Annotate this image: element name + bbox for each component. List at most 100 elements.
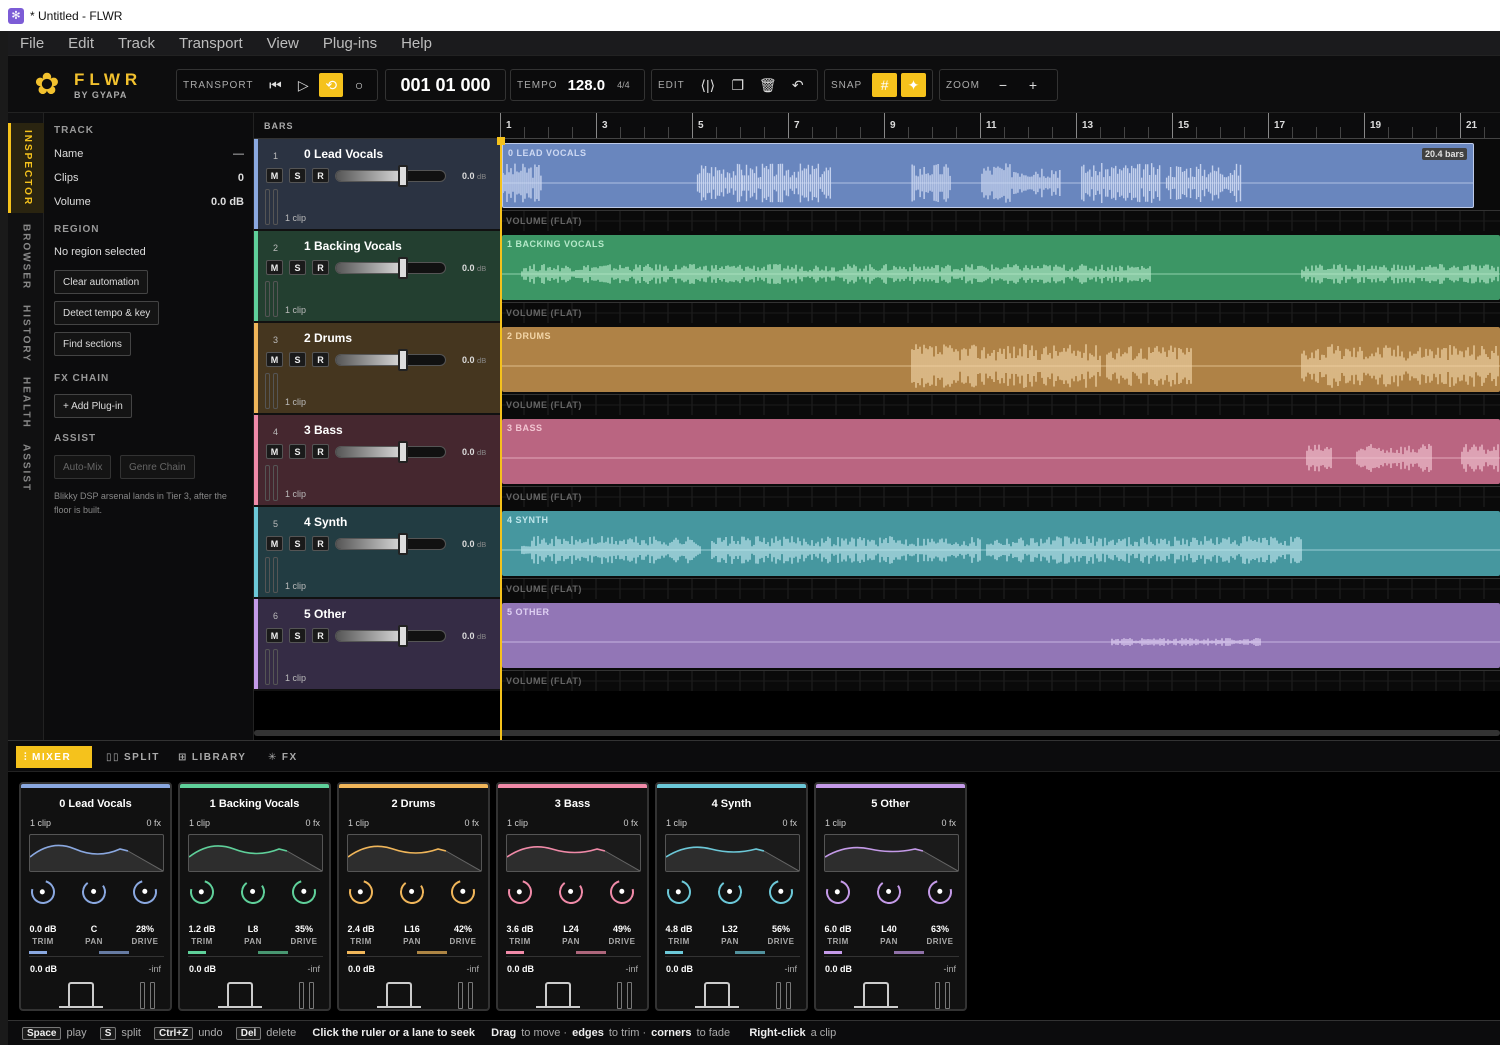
strip-fader-handle[interactable]: [863, 982, 889, 1007]
eq-curve-display[interactable]: [506, 834, 641, 872]
rotary-knob[interactable]: [344, 875, 378, 909]
audio-clip[interactable]: 5 OTHER: [502, 603, 1500, 668]
strip-fader-handle[interactable]: [545, 982, 571, 1007]
tab-library[interactable]: ⊞ LIBRARY: [170, 746, 254, 768]
tab-health[interactable]: HEALTH: [8, 373, 44, 433]
track-name[interactable]: 1 Backing Vocals: [304, 239, 402, 253]
delete-button[interactable]: 🗑: [755, 73, 781, 97]
tab-mixer[interactable]: ⫶ MIXER: [16, 746, 92, 768]
genre-chain-button[interactable]: Genre Chain: [120, 455, 195, 479]
rotary-knob[interactable]: [239, 878, 267, 906]
mixer-channel-strip[interactable]: 5 Other 1 clip 0 fx 6.0 dB L40 63% TRIM …: [814, 782, 967, 1011]
rotary-knob[interactable]: [26, 875, 60, 909]
track-volume-fader[interactable]: [335, 446, 446, 458]
audio-clip[interactable]: 0 LEAD VOCALS 20.4 bars: [502, 143, 1474, 208]
menu-plugins[interactable]: Plug-ins: [311, 35, 389, 52]
rewind-button[interactable]: ⏮: [264, 73, 288, 97]
automation-lane[interactable]: VOLUME (FLAT): [500, 302, 1500, 324]
mute-button[interactable]: M: [266, 444, 283, 459]
playhead[interactable]: [500, 139, 502, 740]
rotary-knob[interactable]: [821, 875, 855, 909]
menu-view[interactable]: View: [255, 35, 311, 52]
timecode-display[interactable]: 001 01 000: [385, 69, 506, 101]
track-header[interactable]: 3 2 Drums M S R 0.0 dB 1 clip: [254, 323, 500, 415]
fader-handle[interactable]: [398, 349, 408, 371]
mixer-channel-strip[interactable]: 0 Lead Vocals 1 clip 0 fx 0.0 dB C 28% T…: [19, 782, 172, 1011]
automation-lane[interactable]: VOLUME (FLAT): [500, 394, 1500, 416]
eq-curve-display[interactable]: [665, 834, 800, 872]
track-header[interactable]: 4 3 Bass M S R 0.0 dB 1 clip: [254, 415, 500, 507]
rotary-knob[interactable]: [557, 878, 585, 906]
track-name[interactable]: 2 Drums: [304, 331, 352, 345]
fader-handle[interactable]: [398, 441, 408, 463]
mute-button[interactable]: M: [266, 628, 283, 643]
rotary-knob[interactable]: [716, 878, 744, 906]
record-arm-button[interactable]: R: [312, 260, 329, 275]
solo-button[interactable]: S: [289, 352, 306, 367]
rotary-knob[interactable]: [128, 875, 162, 909]
horizontal-scrollbar[interactable]: [254, 730, 1500, 736]
solo-button[interactable]: S: [289, 444, 306, 459]
strip-fader-handle[interactable]: [68, 982, 94, 1007]
duplicate-button[interactable]: ❐: [725, 73, 751, 97]
track-volume-fader[interactable]: [335, 630, 446, 642]
track-name[interactable]: 3 Bass: [304, 423, 343, 437]
track-header[interactable]: 2 1 Backing Vocals M S R 0.0 dB 1 clip: [254, 231, 500, 323]
record-arm-button[interactable]: R: [312, 444, 329, 459]
rotary-knob[interactable]: [662, 875, 696, 909]
record-arm-button[interactable]: R: [312, 628, 329, 643]
menu-transport[interactable]: Transport: [167, 35, 255, 52]
loop-button[interactable]: ⟲: [319, 73, 344, 97]
track-volume-fader[interactable]: [335, 538, 446, 550]
fader-handle[interactable]: [398, 533, 408, 555]
mixer-channel-strip[interactable]: 4 Synth 1 clip 0 fx 4.8 dB L32 56% TRIM …: [655, 782, 808, 1011]
record-button[interactable]: ○: [347, 73, 371, 97]
play-button[interactable]: ▷: [291, 73, 315, 97]
solo-button[interactable]: S: [289, 260, 306, 275]
audio-clip[interactable]: 1 BACKING VOCALS: [502, 235, 1500, 300]
record-arm-button[interactable]: R: [312, 536, 329, 551]
tab-inspector[interactable]: INSPECTOR: [8, 123, 44, 213]
snap-grid-button[interactable]: #: [872, 73, 898, 97]
record-arm-button[interactable]: R: [312, 168, 329, 183]
menu-edit[interactable]: Edit: [56, 35, 106, 52]
zoom-in-button[interactable]: +: [1020, 73, 1046, 97]
rotary-knob[interactable]: [503, 875, 537, 909]
audio-clip[interactable]: 3 BASS: [502, 419, 1500, 484]
find-sections-button[interactable]: Find sections: [54, 332, 131, 356]
track-lane[interactable]: 0 LEAD VOCALS 20.4 bars VOLUME (FLAT): [500, 139, 1500, 232]
tempo-value[interactable]: 128.0: [568, 77, 606, 94]
automation-lane[interactable]: VOLUME (FLAT): [500, 670, 1500, 691]
tab-fx[interactable]: ✳ FX: [260, 746, 306, 768]
snap-magnet-button[interactable]: ✦: [901, 73, 926, 97]
tab-split[interactable]: ▯▯ SPLIT: [98, 746, 168, 768]
split-tool-button[interactable]: ⟨|⟩: [695, 73, 721, 97]
strip-fader-handle[interactable]: [704, 982, 730, 1007]
track-volume-fader[interactable]: [335, 262, 446, 274]
eq-curve-display[interactable]: [29, 834, 164, 872]
clear-automation-button[interactable]: Clear automation: [54, 270, 149, 294]
track-lanes[interactable]: 0 LEAD VOCALS 20.4 bars VOLUME (FLAT) 1 …: [500, 139, 1500, 691]
track-header[interactable]: 6 5 Other M S R 0.0 dB 1 clip: [254, 599, 500, 691]
rotary-knob[interactable]: [875, 878, 903, 906]
automation-lane[interactable]: VOLUME (FLAT): [500, 210, 1500, 232]
rotary-knob[interactable]: [923, 875, 957, 909]
tab-history[interactable]: HISTORY: [8, 299, 44, 369]
track-volume-fader[interactable]: [335, 354, 446, 366]
menu-track[interactable]: Track: [106, 35, 167, 52]
fader-handle[interactable]: [398, 165, 408, 187]
eq-curve-display[interactable]: [347, 834, 482, 872]
automation-lane[interactable]: VOLUME (FLAT): [500, 578, 1500, 600]
tab-browser[interactable]: BROWSER: [8, 217, 44, 297]
solo-button[interactable]: S: [289, 168, 306, 183]
track-name[interactable]: 5 Other: [304, 607, 346, 621]
mixer-channel-strip[interactable]: 2 Drums 1 clip 0 fx 2.4 dB L16 42% TRIM …: [337, 782, 490, 1011]
strip-fader-handle[interactable]: [227, 982, 253, 1007]
track-header[interactable]: 5 4 Synth M S R 0.0 dB 1 clip: [254, 507, 500, 599]
tab-assist[interactable]: ASSIST: [8, 443, 44, 493]
time-signature[interactable]: 4/4: [617, 80, 630, 90]
track-header[interactable]: 1 0 Lead Vocals M S R 0.0 dB 1 clip: [254, 139, 500, 231]
menu-help[interactable]: Help: [389, 35, 444, 52]
mute-button[interactable]: M: [266, 352, 283, 367]
rotary-knob[interactable]: [605, 875, 639, 909]
